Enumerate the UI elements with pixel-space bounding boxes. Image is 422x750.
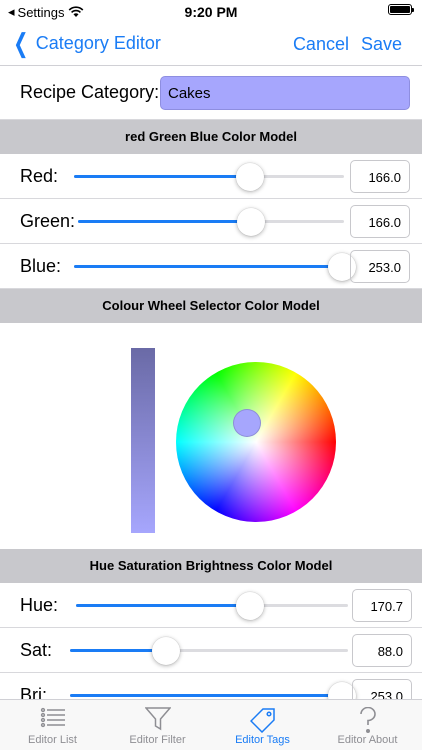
hsb-section-header: Hue Saturation Brightness Color Model [0, 549, 422, 583]
navigation-bar: ❮ Category Editor Cancel Save [0, 24, 422, 66]
saturation-label: Sat: [20, 640, 53, 660]
blue-slider[interactable] [74, 253, 356, 281]
green-slider-row: Green: 166.0 [0, 199, 422, 244]
nav-actions: Cancel Save [293, 34, 402, 55]
battery-icon [388, 4, 414, 15]
blue-slider-row: Blue: 253.0 [0, 244, 422, 289]
tab-editor-about[interactable]: Editor About [315, 700, 420, 750]
green-slider-thumb[interactable] [237, 208, 265, 236]
green-slider[interactable] [78, 208, 344, 236]
wheel-section-header: Colour Wheel Selector Color Model [0, 289, 422, 323]
tab-editor-list[interactable]: Editor List [0, 700, 105, 750]
saturation-value-field[interactable]: 88.0 [352, 634, 412, 667]
tab-editor-filter-label: Editor Filter [129, 734, 186, 746]
brightness-strip[interactable] [131, 348, 155, 533]
blue-label: Blue: [20, 256, 62, 276]
tab-editor-about-label: Editor About [337, 734, 398, 746]
status-time: 9:20 PM [184, 4, 238, 20]
red-slider-fill [74, 175, 250, 178]
hue-slider[interactable] [76, 592, 348, 620]
tab-editor-tags-label: Editor Tags [235, 734, 290, 746]
cancel-button[interactable]: Cancel [293, 34, 349, 55]
status-right [388, 4, 414, 15]
saturation-slider-row: Sat: 88.0 [0, 628, 422, 673]
green-label: Green: [20, 211, 76, 231]
red-slider-thumb[interactable] [236, 163, 264, 191]
brightness-slider[interactable] [70, 682, 356, 710]
hue-slider-fill [76, 604, 250, 607]
hue-value-field[interactable]: 170.7 [352, 589, 412, 622]
color-wheel[interactable] [176, 362, 336, 522]
list-icon [0, 700, 105, 734]
red-slider[interactable] [74, 163, 344, 191]
category-row: Recipe Category: Cakes [0, 66, 422, 120]
category-label: Recipe Category: [20, 82, 160, 102]
back-button-label: Category Editor [35, 32, 161, 53]
blue-value-field[interactable]: 253.0 [350, 250, 410, 283]
hue-slider-thumb[interactable] [236, 592, 264, 620]
save-button[interactable]: Save [361, 34, 402, 55]
hue-label: Hue: [20, 595, 59, 615]
status-bar: ◂ Settings 9:20 PM [0, 0, 422, 24]
rgb-section-header: red Green Blue Color Model [0, 120, 422, 154]
color-wheel-area [0, 323, 422, 549]
question-icon [315, 700, 420, 734]
hue-slider-row: Hue: 170.7 [0, 583, 422, 628]
red-slider-row: Red: 166.0 [0, 154, 422, 199]
brightness-slider-fill [70, 694, 342, 697]
tab-editor-tags[interactable]: Editor Tags [210, 700, 315, 750]
blue-slider-fill [74, 265, 342, 268]
tab-editor-list-label: Editor List [28, 734, 77, 746]
red-value-field[interactable]: 166.0 [350, 160, 410, 193]
tag-icon [210, 700, 315, 734]
saturation-slider-thumb[interactable] [152, 637, 180, 665]
category-name-field[interactable]: Cakes [160, 76, 410, 110]
color-wheel-thumb[interactable] [233, 409, 261, 437]
green-value-field[interactable]: 166.0 [350, 205, 410, 238]
tab-editor-filter[interactable]: Editor Filter [105, 700, 210, 750]
filter-icon [105, 700, 210, 734]
red-label: Red: [20, 166, 59, 186]
tab-bar: Editor List Editor Filter Editor Tags Ed… [0, 699, 422, 750]
back-button[interactable]: ❮ Category Editor [10, 28, 161, 58]
green-slider-fill [78, 220, 251, 223]
saturation-slider[interactable] [70, 637, 348, 665]
chevron-left-icon: ❮ [13, 28, 29, 58]
